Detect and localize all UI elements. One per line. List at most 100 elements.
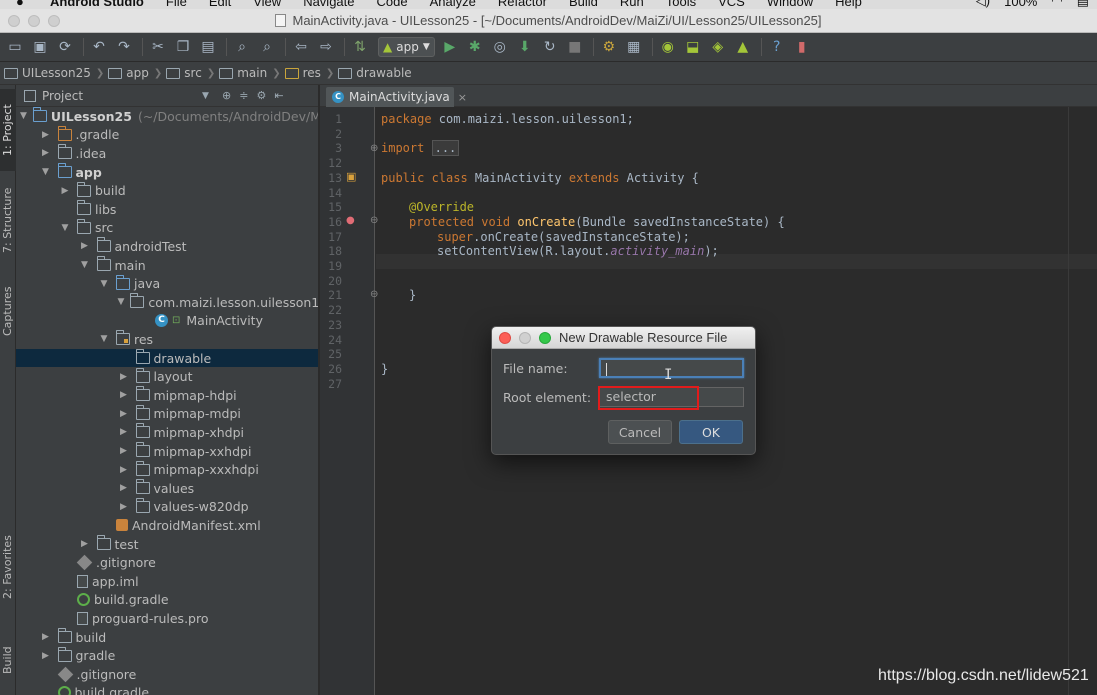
forward-icon[interactable]: ⇨ xyxy=(315,36,337,58)
tree-item[interactable]: ▶ mipmap-xxhdpi xyxy=(16,442,318,461)
expand-right-icon[interactable]: ▶ xyxy=(40,148,52,158)
expand-right-icon[interactable]: ▶ xyxy=(40,130,52,140)
flag-icon[interactable]: ▤ xyxy=(1077,0,1089,9)
close-window-button[interactable] xyxy=(8,15,20,27)
scroll-from-source-icon[interactable]: ⊕ xyxy=(222,89,231,102)
tool-tab-project[interactable]: 1: Project xyxy=(0,89,16,171)
expand-down-icon[interactable]: ▼ xyxy=(98,279,110,289)
tool-tab-favorites[interactable]: 2: Favorites xyxy=(0,525,16,609)
menu-file[interactable]: File xyxy=(166,0,187,9)
breadcrumb-item[interactable]: main ❯ xyxy=(219,66,281,80)
back-icon[interactable]: ⇦ xyxy=(290,36,312,58)
project-panel-title[interactable]: Project xyxy=(42,89,83,103)
expand-right-icon[interactable]: ▶ xyxy=(79,241,91,251)
collapse-all-icon[interactable]: ≑ xyxy=(239,89,248,102)
expand-right-icon[interactable]: ▶ xyxy=(40,632,52,642)
menu-help[interactable]: Help xyxy=(835,0,862,9)
app-name[interactable]: Android Studio xyxy=(50,0,144,9)
settings-gear-icon[interactable]: ⚙ xyxy=(256,89,266,102)
attach-debugger-icon[interactable]: ⬇ xyxy=(514,36,536,58)
tree-item[interactable]: .gitignore xyxy=(16,665,318,684)
ok-button[interactable]: OK xyxy=(679,420,743,444)
menu-analyze[interactable]: Analyze xyxy=(430,0,476,9)
expand-down-icon[interactable]: ▼ xyxy=(79,260,91,270)
tree-item[interactable]: ▶ values-w820dp xyxy=(16,497,318,517)
tool-tab-structure[interactable]: 7: Structure xyxy=(0,181,16,259)
undo-icon[interactable]: ↶ xyxy=(88,36,110,58)
tree-item[interactable]: C ⊡ MainActivity xyxy=(16,312,318,331)
apply-changes-icon[interactable]: ↻ xyxy=(539,36,561,58)
breadcrumb-item[interactable]: app ❯ xyxy=(108,66,162,80)
tree-item[interactable]: ▶ mipmap-xxxhdpi xyxy=(16,460,318,479)
expand-right-icon[interactable]: ▶ xyxy=(118,409,130,419)
expand-right-icon[interactable]: ▶ xyxy=(118,465,130,475)
expand-down-icon[interactable]: ▼ xyxy=(118,297,125,307)
tree-item[interactable]: ▶ mipmap-mdpi xyxy=(16,404,318,424)
tool-tab-build-variants[interactable]: Build Variants xyxy=(0,625,30,695)
expand-down-icon[interactable]: ▼ xyxy=(40,167,52,177)
tree-item[interactable]: app.iml xyxy=(16,572,318,591)
tree-item[interactable]: ▶ test xyxy=(16,535,318,554)
android-device-icon[interactable]: ▲ xyxy=(732,36,754,58)
menu-code[interactable]: Code xyxy=(377,0,408,9)
tab-mainactivity[interactable]: C MainActivity.java × xyxy=(326,87,467,107)
expand-right-icon[interactable]: ▶ xyxy=(59,186,71,196)
menu-edit[interactable]: Edit xyxy=(209,0,231,9)
menu-run[interactable]: Run xyxy=(620,0,644,9)
tree-item[interactable]: ▼ com.maizi.lesson.uilesson1 xyxy=(16,293,318,312)
tree-item[interactable]: ▼ UILesson25 (~/Documents/AndroidDev/MaiZi xyxy=(16,107,318,126)
chevron-down-icon[interactable]: ▼ xyxy=(202,91,209,101)
tree-item[interactable]: ▼ src xyxy=(16,218,318,238)
paste-icon[interactable]: ▤ xyxy=(197,36,219,58)
help-icon[interactable]: ? xyxy=(766,36,788,58)
tree-item[interactable]: ▶ build xyxy=(16,628,318,647)
tree-item[interactable]: ▶ mipmap-hdpi xyxy=(16,386,318,405)
expand-down-icon[interactable]: ▼ xyxy=(59,223,71,233)
expand-right-icon[interactable]: ▶ xyxy=(118,372,130,382)
find-icon[interactable]: ⌕ xyxy=(231,36,253,58)
close-tab-icon[interactable]: × xyxy=(458,91,467,104)
tree-item[interactable]: ▶ values xyxy=(16,479,318,498)
fold-icon[interactable]: ⊖ xyxy=(370,215,378,226)
expand-right-icon[interactable]: ▶ xyxy=(118,390,130,400)
tree-item[interactable]: ▶ mipmap-xhdpi xyxy=(16,423,318,442)
tree-item[interactable]: .gitignore xyxy=(16,553,318,572)
cancel-button[interactable]: Cancel xyxy=(608,420,672,444)
project-structure-icon[interactable]: ⚙ xyxy=(598,36,620,58)
menu-vcs[interactable]: VCS xyxy=(718,0,745,9)
open-folder-icon[interactable]: ▭ xyxy=(4,36,26,58)
fold-icon[interactable]: ⊕ xyxy=(370,143,378,154)
minimize-window-button[interactable] xyxy=(28,15,40,27)
tree-item[interactable]: ▶ androidTest xyxy=(16,237,318,256)
tree-item[interactable]: ▶ build xyxy=(16,181,318,200)
hide-panel-icon[interactable]: ⇤ xyxy=(274,89,283,102)
android-monitor-icon[interactable]: ◈ xyxy=(707,36,729,58)
save-all-icon[interactable]: ▣ xyxy=(29,36,51,58)
expand-right-icon[interactable]: ▶ xyxy=(79,539,91,549)
sdk-manager-icon[interactable]: ⬓ xyxy=(682,36,704,58)
replace-icon[interactable]: ⌕ xyxy=(256,36,278,58)
tree-item[interactable]: build.gradle xyxy=(16,684,318,695)
stop-icon[interactable]: ■ xyxy=(564,36,586,58)
run-config-select[interactable]: ▲ app ▼ xyxy=(378,37,435,57)
tree-item[interactable]: ▶ .gradle xyxy=(16,125,318,145)
breadcrumb-item[interactable]: drawable xyxy=(338,66,412,80)
expand-right-icon[interactable]: ▶ xyxy=(118,446,130,456)
tree-item[interactable]: proguard-rules.pro xyxy=(16,609,318,628)
expand-right-icon[interactable]: ▶ xyxy=(118,427,130,437)
battery-level[interactable]: 100% xyxy=(1004,0,1037,9)
tree-item[interactable]: ▼ res xyxy=(16,330,318,349)
device-icon[interactable]: ▮ xyxy=(791,36,813,58)
tree-item[interactable]: ▶ .idea xyxy=(16,144,318,163)
tree-item[interactable]: ▶ layout xyxy=(16,367,318,386)
menu-tools[interactable]: Tools xyxy=(666,0,696,9)
menu-view[interactable]: View xyxy=(253,0,281,9)
override-marker-icon[interactable]: ● xyxy=(346,215,355,226)
expand-down-icon[interactable]: ▼ xyxy=(98,334,110,344)
tree-item[interactable]: drawable xyxy=(16,348,318,368)
profile-icon[interactable]: ◎ xyxy=(489,36,511,58)
tree-item[interactable]: ▶ gradle xyxy=(16,646,318,665)
tool-tab-captures[interactable]: Captures xyxy=(0,275,16,347)
make-project-icon[interactable]: ⇅ xyxy=(349,36,371,58)
run-icon[interactable]: ▶ xyxy=(439,36,461,58)
